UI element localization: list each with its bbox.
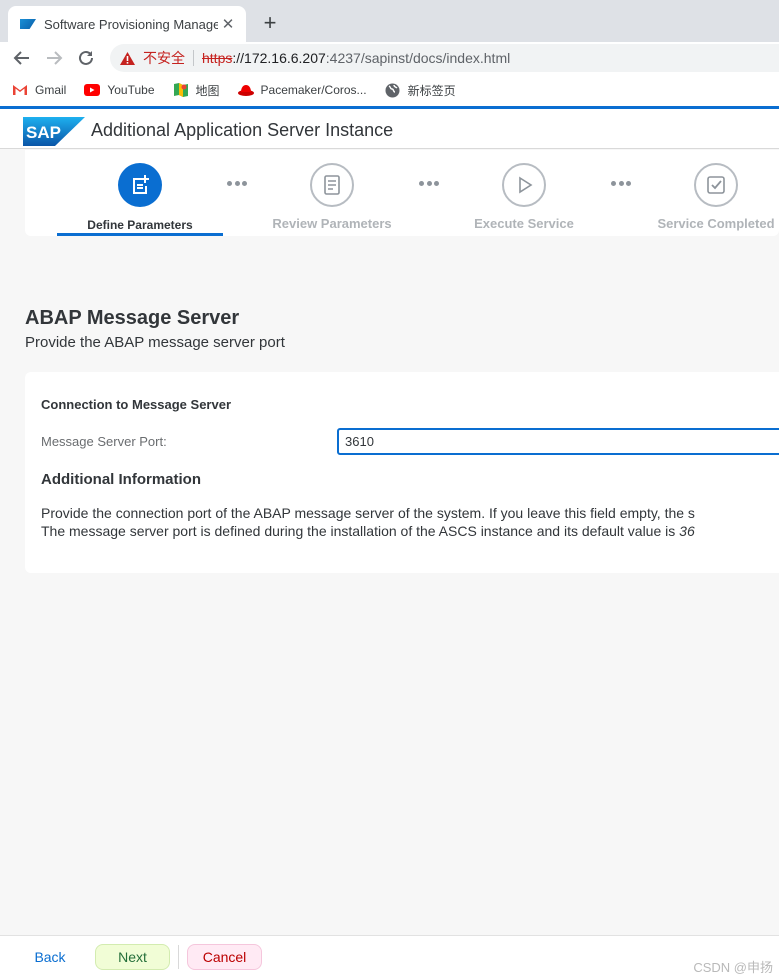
group-title: Connection to Message Server: [41, 397, 231, 412]
message-server-port-input[interactable]: [337, 428, 779, 455]
gmail-icon: [12, 82, 28, 98]
bookmark-label: YouTube: [107, 83, 155, 97]
bookmarks-bar: Gmail YouTube 地图 Pacemaker/Coros... 新标签页: [0, 74, 779, 106]
bookmark-label: Gmail: [35, 83, 67, 97]
active-step-indicator: [57, 233, 223, 236]
address-separator: [193, 50, 194, 66]
wizard-step-label: Define Parameters: [87, 218, 193, 232]
wizard-step-define-parameters[interactable]: Define Parameters: [55, 163, 225, 232]
bookmark-label: Pacemaker/Coros...: [260, 83, 367, 97]
wizard-step-label: Execute Service: [474, 216, 574, 231]
sap-favicon-icon: [20, 19, 36, 29]
checkbox-checked-icon: [694, 163, 738, 207]
url-scheme: https: [202, 50, 233, 66]
browser-tab-strip: Software Provisioning Manage ✕ +: [0, 0, 779, 42]
app-header: SAP Additional Application Server Instan…: [0, 109, 779, 149]
play-icon: [502, 163, 546, 207]
wizard-progress: Define Parameters Review Parameters Exec…: [25, 150, 779, 236]
bookmark-gmail[interactable]: Gmail: [12, 82, 66, 98]
redhat-icon: [237, 82, 254, 98]
bookmark-label: 地图: [195, 83, 220, 98]
url-host: ://172.16.6.207: [232, 50, 326, 66]
warning-icon: [120, 51, 135, 65]
globe-icon: [385, 82, 401, 98]
bookmark-label: 新标签页: [407, 83, 456, 98]
sap-logo: SAP: [23, 117, 85, 146]
message-server-port-label: Message Server Port:: [41, 434, 167, 449]
wizard-connector-dots: [419, 181, 439, 187]
tab-close-icon[interactable]: ✕: [218, 15, 238, 33]
wizard-connector-dots: [227, 181, 247, 187]
forward-arrow-icon[interactable]: [42, 46, 66, 70]
wizard-step-service-completed: Service Completed: [631, 163, 779, 231]
additional-info-line: The message server port is defined durin…: [41, 522, 779, 540]
new-tab-button[interactable]: +: [256, 10, 284, 36]
wizard-step-label: Service Completed: [657, 216, 775, 231]
url-path: :4237/sapinst/docs/index.html: [325, 50, 511, 66]
additional-info-line: Provide the connection port of the ABAP …: [41, 505, 695, 521]
bookmark-new-tab[interactable]: 新标签页: [385, 82, 456, 99]
review-document-icon: [310, 163, 354, 207]
address-bar[interactable]: 不安全 https://172.16.6.207:4237/sapinst/do…: [110, 44, 779, 72]
additional-info-line-text: The message server port is defined durin…: [41, 523, 680, 539]
cancel-button[interactable]: Cancel: [187, 944, 262, 970]
page-title: ABAP Message Server: [25, 307, 240, 329]
default-port-value: 36: [679, 523, 695, 539]
wizard-step-review-parameters: Review Parameters: [247, 163, 417, 231]
youtube-icon: [84, 82, 101, 98]
bookmark-pacemaker[interactable]: Pacemaker/Coros...: [237, 82, 367, 98]
wizard-step-execute-service: Execute Service: [439, 163, 609, 231]
wizard-step-label: Review Parameters: [272, 216, 392, 231]
bookmark-youtube[interactable]: YouTube: [84, 82, 155, 98]
browser-tab[interactable]: Software Provisioning Manage ✕: [8, 6, 246, 42]
edit-document-icon: [118, 163, 162, 207]
back-arrow-icon[interactable]: [10, 46, 34, 70]
tab-title: Software Provisioning Manage: [44, 16, 218, 32]
additional-info-title: Additional Information: [41, 471, 201, 488]
page-subtitle: Provide the ABAP message server port: [25, 334, 285, 351]
additional-info-text: Provide the connection port of the ABAP …: [41, 504, 779, 540]
next-button[interactable]: Next: [95, 944, 170, 970]
sap-logo-text: SAP: [26, 123, 61, 142]
bookmark-maps[interactable]: 地图: [173, 82, 220, 99]
footer-separator: [178, 945, 179, 969]
app-title: Additional Application Server Instance: [91, 120, 394, 140]
reload-icon[interactable]: [74, 46, 98, 70]
parameter-form-card: Connection to Message Server Message Ser…: [25, 372, 779, 573]
footer-bar: Back Next Cancel CSDN @申扬: [0, 935, 779, 978]
wizard-connector-dots: [611, 181, 631, 187]
back-button[interactable]: Back: [25, 944, 75, 970]
watermark: CSDN @申扬: [693, 960, 773, 975]
browser-toolbar: 不安全 https://172.16.6.207:4237/sapinst/do…: [0, 42, 779, 74]
maps-icon: [173, 82, 189, 98]
not-secure-label[interactable]: 不安全: [143, 48, 185, 68]
